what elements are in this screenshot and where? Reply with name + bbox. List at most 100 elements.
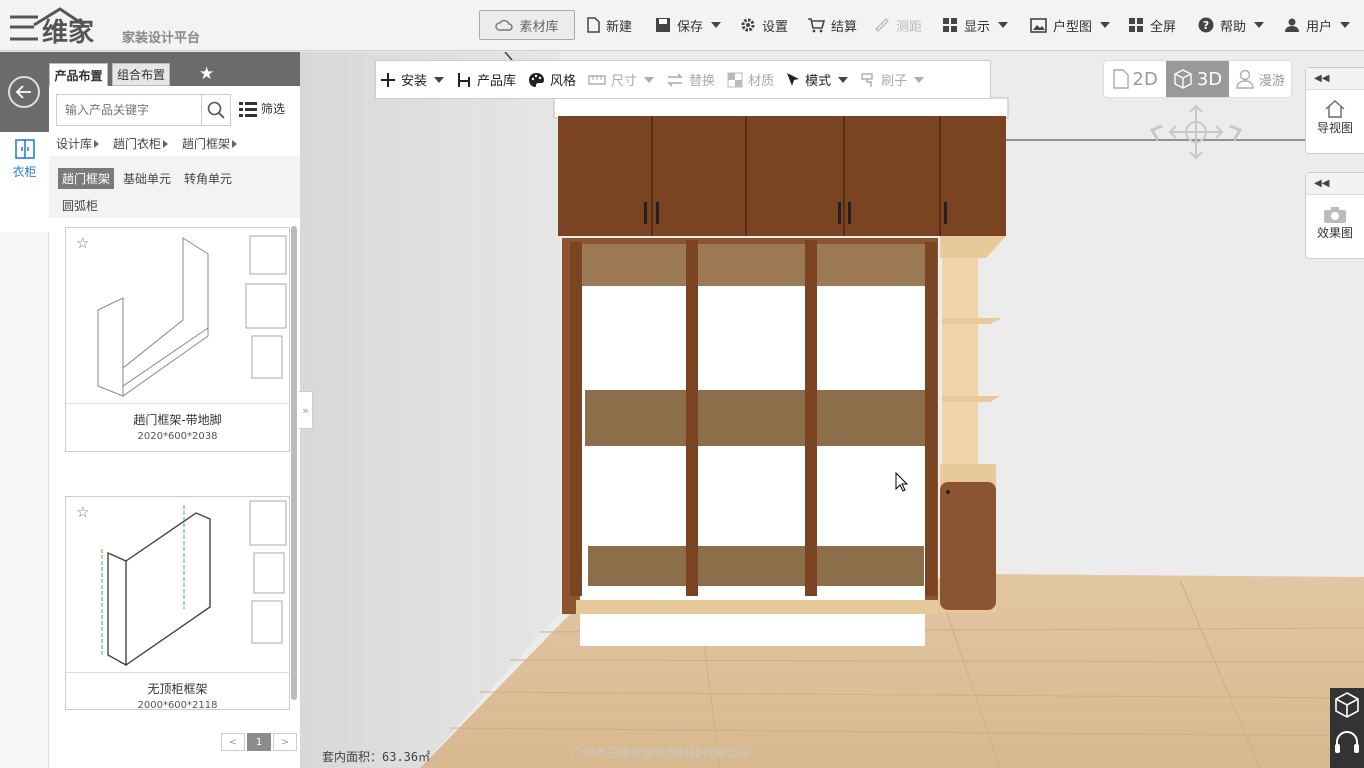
ruler-icon	[875, 18, 889, 32]
caret-right-icon	[94, 140, 100, 148]
category-arc-cabinet[interactable]: 圆弧柜	[58, 195, 102, 216]
chevron-down-icon	[1340, 22, 1351, 28]
checkout-button[interactable]: 结算	[807, 10, 857, 40]
3d-viewport[interactable]	[300, 52, 1364, 768]
view-3d-button[interactable]: 3D	[1166, 61, 1229, 97]
breadcrumb-item[interactable]: 趟门框架	[182, 135, 238, 152]
palette-icon	[529, 72, 545, 87]
headset-icon[interactable]	[1330, 726, 1364, 760]
prev-page-button[interactable]: <	[221, 733, 245, 751]
checkout-label: 结算	[831, 19, 858, 35]
settings-label: 设置	[762, 19, 789, 35]
category-corner-unit[interactable]: 转角单元	[180, 168, 236, 189]
navigation-view-label: 导视图	[1316, 121, 1353, 135]
camera-icon	[1324, 207, 1346, 223]
breadcrumb-item[interactable]: 趟门衣柜	[113, 135, 169, 152]
frame-preview-image	[101, 500, 287, 667]
navigation-view-panel[interactable]: ◀◀ 导视图	[1305, 67, 1364, 154]
pagination: < 1 >	[221, 733, 297, 751]
help-icon: ?	[1198, 17, 1214, 33]
swap-icon	[667, 72, 683, 87]
chevron-down-icon	[998, 22, 1009, 28]
size-button[interactable]: 尺寸	[588, 70, 655, 89]
category-wardrobe[interactable]: 衣柜	[0, 132, 49, 232]
image-icon	[1030, 17, 1047, 33]
chair-icon	[458, 72, 471, 87]
category-filter: 趟门框架 基础单元 转角单元 圆弧柜	[49, 156, 300, 218]
fullscreen-button[interactable]: 全屏	[1128, 10, 1176, 40]
replace-button[interactable]: 替换	[666, 70, 715, 89]
chevron-down-icon	[838, 76, 849, 83]
tab-product-layout[interactable]: 产品布置	[49, 63, 108, 86]
new-button[interactable]: 新建	[587, 10, 632, 40]
category-sliding-frame[interactable]: 趟门框架	[58, 168, 115, 189]
install-button[interactable]: 安装	[380, 70, 445, 89]
cube-tool-icon[interactable]	[1330, 688, 1364, 722]
search-button[interactable]	[201, 94, 231, 126]
top-bar: 维家 家装设计平台 素材库 新建 保存 设置 结算 测距 显示 户型图 全屏 ?…	[0, 0, 1364, 51]
measure-button[interactable]: 测距	[874, 10, 922, 40]
panel-scrollbar[interactable]	[291, 226, 297, 700]
view-2d-button[interactable]: 2D	[1104, 61, 1166, 97]
tab-combo-layout[interactable]: 组合布置	[112, 63, 170, 86]
view-3d-label: 3D	[1196, 68, 1223, 90]
back-button[interactable]	[8, 76, 40, 108]
view-roam-button[interactable]: 漫游	[1229, 61, 1291, 97]
svg-text:?: ?	[1203, 19, 1209, 32]
grid-icon	[943, 18, 957, 32]
help-button[interactable]: ? 帮助	[1198, 10, 1265, 40]
product-library-button[interactable]: 产品库	[456, 70, 516, 89]
logo: 维家	[10, 7, 94, 47]
plus-icon	[381, 72, 395, 87]
checker-icon	[727, 72, 743, 87]
mode-button[interactable]: 模式	[786, 70, 849, 89]
product-name: 趟门框架-带地脚	[133, 413, 222, 427]
brush-button[interactable]: 刷子	[860, 70, 925, 89]
save-button[interactable]: 保存	[655, 10, 722, 40]
user-menu-button[interactable]: 用户	[1284, 10, 1351, 40]
display-button[interactable]: 显示	[942, 10, 1009, 40]
breadcrumb-label: 趟门衣柜	[113, 137, 162, 151]
collapse-arrow-icon[interactable]: ◀◀	[1306, 173, 1364, 195]
product-card[interactable]: ☆ 无顶柜框架 2000*600*2118	[65, 496, 290, 710]
list-icon	[239, 101, 257, 117]
search-icon	[207, 101, 225, 119]
gear-icon	[741, 18, 755, 32]
collapse-panel-handle[interactable]: »	[299, 391, 313, 429]
product-dimensions: 2000*600*2118	[137, 700, 218, 710]
breadcrumb-label: 设计库	[56, 137, 93, 151]
search-input[interactable]	[56, 94, 202, 126]
home-icon	[1325, 100, 1345, 118]
install-label: 安装	[401, 74, 428, 89]
style-button[interactable]: 风格	[528, 70, 576, 89]
cloud-icon	[495, 19, 514, 31]
settings-button[interactable]: 设置	[740, 10, 788, 40]
left-category-strip: 衣柜	[0, 52, 49, 768]
caret-right-icon	[232, 140, 238, 148]
cursor-arrow-icon	[895, 472, 909, 492]
page-icon	[1112, 69, 1129, 89]
back-area	[0, 52, 49, 132]
favorites-star-icon[interactable]: ★	[199, 64, 214, 84]
view-mode-switch: 2D 3D 漫游	[1103, 60, 1292, 98]
filter-button[interactable]: 筛选	[239, 100, 285, 117]
new-file-icon	[587, 17, 600, 33]
brush-icon	[861, 72, 873, 87]
product-card[interactable]: ☆ 趟门框架-带地脚 2020*600*2038	[65, 227, 290, 452]
brush-label: 刷子	[881, 74, 908, 89]
material-button[interactable]: 材质	[727, 70, 774, 89]
next-page-button[interactable]: >	[273, 733, 297, 751]
category-basic-unit[interactable]: 基础单元	[119, 168, 175, 189]
page-number[interactable]: 1	[247, 733, 271, 751]
collapse-arrow-icon[interactable]: ◀◀	[1306, 68, 1364, 90]
navigation-compass-icon[interactable]	[1148, 104, 1244, 164]
replace-label: 替换	[689, 74, 716, 89]
cube-icon	[1174, 69, 1192, 89]
svg-text:维家: 维家	[42, 17, 94, 47]
render-view-panel[interactable]: ◀◀ 效果图	[1305, 172, 1364, 259]
material-library-button[interactable]: 素材库	[479, 10, 575, 40]
breadcrumb-item[interactable]: 设计库	[56, 135, 100, 152]
view-roam-label: 漫游	[1258, 73, 1285, 89]
watermark-text: 广州市三维家装信息科技有限公司	[570, 746, 751, 760]
floorplan-button[interactable]: 户型图	[1030, 10, 1111, 40]
